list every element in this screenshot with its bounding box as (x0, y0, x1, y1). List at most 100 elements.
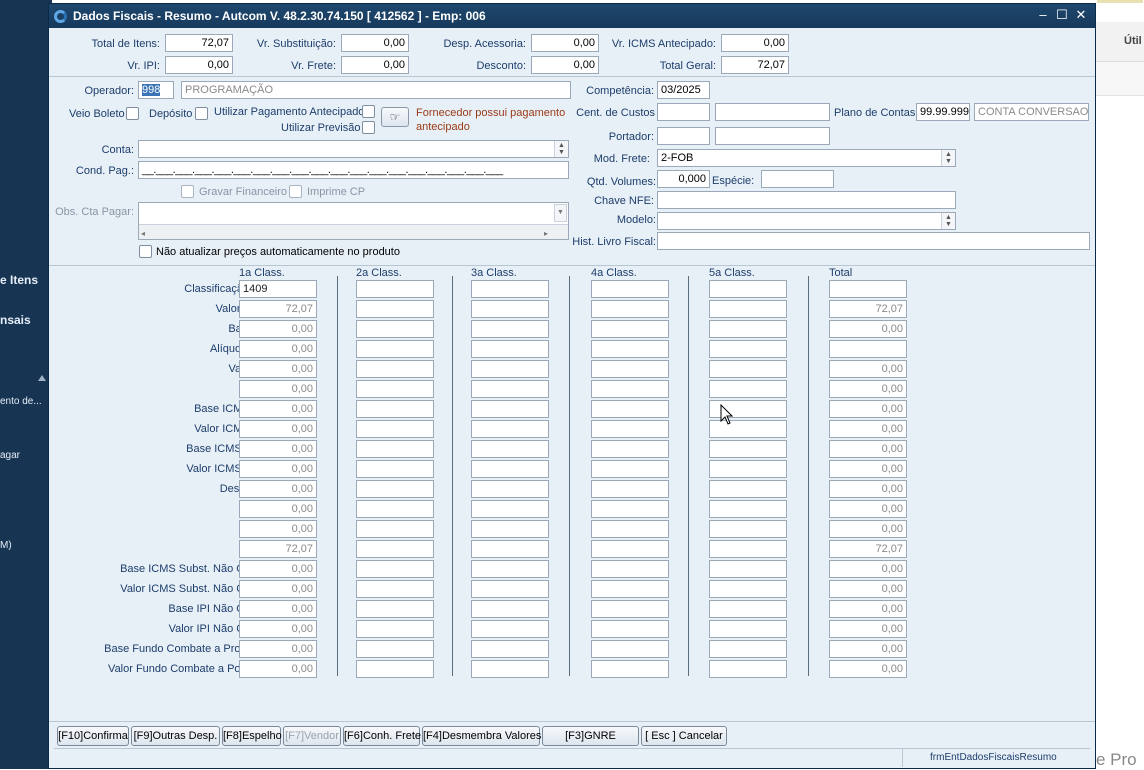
grid-cell[interactable]: 0,00 (239, 660, 317, 678)
vr-frete-field[interactable]: 0,00 (341, 56, 409, 74)
grid-cell[interactable] (709, 340, 787, 358)
grid-cell[interactable] (709, 440, 787, 458)
grid-cell[interactable]: 0,00 (829, 320, 907, 338)
grid-cell[interactable] (709, 460, 787, 478)
gravar-financeiro-checkbox[interactable] (181, 185, 194, 198)
grid-cell[interactable] (709, 280, 787, 298)
grid-cell[interactable] (591, 560, 669, 578)
grid-cell[interactable] (471, 360, 549, 378)
especie-field[interactable] (761, 170, 834, 188)
grid-cell[interactable] (356, 620, 434, 638)
grid-cell[interactable] (591, 660, 669, 678)
total-geral-field[interactable]: 72,07 (721, 56, 789, 74)
obs-cta-pagar-textarea[interactable]: ▼ ◂ ▸ (138, 202, 569, 240)
plano-contas-name-field[interactable]: CONTA CONVERSAO (974, 103, 1089, 121)
vr-icms-antecipado-field[interactable]: 0,00 (721, 34, 789, 52)
grid-cell[interactable] (709, 600, 787, 618)
grid-cell[interactable] (356, 360, 434, 378)
grid-cell[interactable] (591, 280, 669, 298)
desmembra-valores-button[interactable]: [F4]Desmembra Valores (422, 726, 541, 746)
scroll-up-icon[interactable] (38, 375, 46, 381)
grid-cell[interactable]: 0,00 (239, 560, 317, 578)
grid-cell[interactable] (591, 320, 669, 338)
grid-cell[interactable] (356, 400, 434, 418)
grid-cell[interactable] (356, 340, 434, 358)
grid-cell[interactable] (356, 320, 434, 338)
desconto-field[interactable]: 0,00 (531, 56, 599, 74)
grid-cell[interactable] (591, 620, 669, 638)
grid-cell[interactable] (709, 540, 787, 558)
grid-cell[interactable]: 0,00 (239, 460, 317, 478)
grid-cell[interactable]: 0,00 (239, 340, 317, 358)
grid-cell[interactable] (591, 540, 669, 558)
grid-cell[interactable]: 72,07 (239, 300, 317, 318)
grid-cell[interactable] (591, 460, 669, 478)
grid-cell[interactable]: 1409 (239, 280, 317, 298)
grid-cell[interactable] (591, 420, 669, 438)
grid-cell[interactable] (709, 580, 787, 598)
grid-cell[interactable] (709, 300, 787, 318)
grid-cell[interactable]: 0,00 (829, 660, 907, 678)
grid-cell[interactable] (356, 480, 434, 498)
grid-cell[interactable]: 0,00 (239, 320, 317, 338)
grid-cell[interactable] (591, 380, 669, 398)
grid-cell[interactable] (591, 520, 669, 538)
grid-cell[interactable] (356, 300, 434, 318)
grid-cell[interactable] (356, 440, 434, 458)
grid-cell[interactable]: 0,00 (239, 640, 317, 658)
grid-cell[interactable] (591, 580, 669, 598)
operador-name-field[interactable]: PROGRAMAÇÃO (181, 81, 571, 99)
sidebar-item[interactable]: nsais (0, 313, 31, 327)
chave-nfe-field[interactable] (657, 191, 956, 209)
grid-cell[interactable] (356, 660, 434, 678)
grid-cell[interactable]: 0,00 (829, 640, 907, 658)
grid-cell[interactable]: 0,00 (829, 500, 907, 518)
grid-cell[interactable] (591, 500, 669, 518)
background-tab[interactable]: Útil (1096, 22, 1144, 62)
grid-cell[interactable]: 0,00 (239, 600, 317, 618)
grid-cell[interactable] (591, 440, 669, 458)
total-itens-field[interactable]: 72,07 (165, 34, 233, 52)
grid-cell[interactable]: 0,00 (829, 620, 907, 638)
grid-cell[interactable] (356, 600, 434, 618)
grid-cell[interactable]: 72,07 (829, 540, 907, 558)
grid-cell[interactable] (709, 660, 787, 678)
maximize-button[interactable]: ☐ (1054, 7, 1070, 23)
operador-code-field[interactable]: 998 (138, 81, 174, 99)
grid-cell[interactable] (591, 480, 669, 498)
grid-cell[interactable] (356, 420, 434, 438)
grid-cell[interactable] (471, 420, 549, 438)
grid-cell[interactable]: 0,00 (239, 580, 317, 598)
scroll-left-icon[interactable]: ◂ (141, 229, 145, 238)
grid-cell[interactable] (356, 500, 434, 518)
grid-cell[interactable]: 0,00 (829, 400, 907, 418)
grid-cell[interactable] (709, 320, 787, 338)
grid-cell[interactable]: 0,00 (829, 580, 907, 598)
grid-cell[interactable]: 72,07 (239, 540, 317, 558)
grid-cell[interactable] (591, 300, 669, 318)
qtd-volumes-field[interactable]: 0,000 (657, 170, 710, 188)
grid-cell[interactable] (709, 520, 787, 538)
vr-ipi-field[interactable]: 0,00 (165, 56, 233, 74)
grid-cell[interactable] (471, 440, 549, 458)
grid-cell[interactable] (591, 600, 669, 618)
portador-code-field[interactable] (657, 127, 710, 145)
scroll-down-icon[interactable]: ▼ (554, 204, 567, 222)
grid-cell[interactable] (709, 480, 787, 498)
grid-cell[interactable] (471, 600, 549, 618)
sidebar-item[interactable]: agar (0, 450, 20, 461)
grid-cell[interactable] (356, 640, 434, 658)
grid-cell[interactable]: 0,00 (829, 360, 907, 378)
grid-cell[interactable] (471, 480, 549, 498)
grid-cell[interactable]: 0,00 (829, 600, 907, 618)
grid-cell[interactable] (356, 540, 434, 558)
grid-cell[interactable]: 0,00 (239, 480, 317, 498)
cancelar-button[interactable]: [ Esc ] Cancelar (641, 726, 727, 746)
vendor-button[interactable]: [F7]Vendor (283, 726, 341, 746)
grid-cell[interactable] (471, 640, 549, 658)
chevron-updown-icon[interactable]: ▲ ▼ (554, 141, 568, 157)
cent-custos-code-field[interactable] (657, 103, 710, 121)
cond-pag-field[interactable]: __.___.___.___.___.___.___.___.___.___._… (138, 161, 569, 179)
imprime-cp-checkbox[interactable] (289, 185, 302, 198)
grid-cell[interactable] (591, 400, 669, 418)
